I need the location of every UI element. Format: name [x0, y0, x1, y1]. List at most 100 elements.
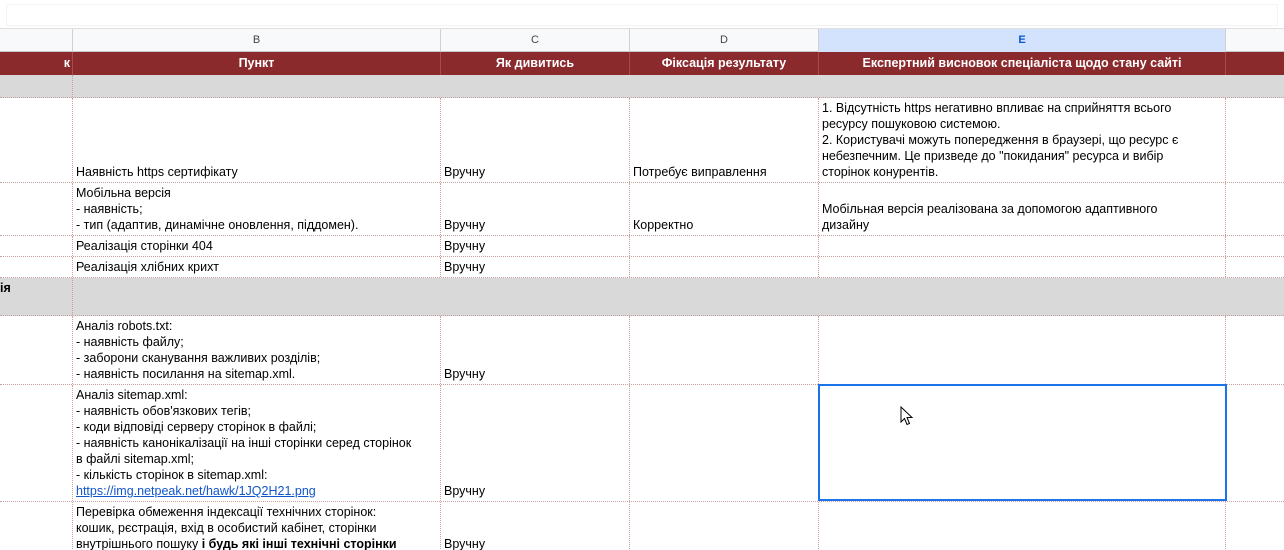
table-row-https[interactable]: Наявність https сертифікату Вручну Потре… [0, 98, 1284, 183]
cell-item[interactable]: Реалізація хлібних крихт [73, 257, 441, 277]
cell-item[interactable]: Перевірка обмеження індексації технічних… [73, 502, 441, 550]
cell-text: Аналіз sitemap.xml: [76, 388, 188, 402]
cell-f[interactable] [1226, 502, 1284, 550]
cell-result[interactable]: Потребує виправлення [630, 98, 819, 182]
cell-result[interactable]: Корректно [630, 183, 819, 235]
formula-input[interactable] [6, 4, 1278, 26]
cell-result[interactable] [630, 316, 819, 384]
cell-text: Реалізація сторінки 404 [76, 239, 213, 253]
cell-a[interactable] [0, 385, 73, 501]
cell-text: - наявність обов'язкових тегів; [76, 404, 252, 418]
table-row-404[interactable]: Реалізація сторінки 404 Вручну [0, 236, 1284, 257]
spreadsheet-grid[interactable]: B C D E к Пункт Як дивитись Фіксація рез… [0, 29, 1284, 550]
cell-text: - кількість сторінок в sitemap.xml: [76, 468, 268, 482]
column-header-b[interactable]: B [73, 29, 441, 52]
cell-a[interactable] [0, 502, 73, 550]
cell-text: дизайну [822, 218, 870, 232]
cell-text: сторінок конурентів. [822, 165, 939, 179]
cell-a[interactable] [0, 183, 73, 235]
cell-a[interactable] [0, 98, 73, 182]
cell-item[interactable]: Аналіз robots.txt: - наявність файлу; - … [73, 316, 441, 384]
cell-text: Мобільна версія [76, 186, 171, 200]
column-header-e[interactable]: E [819, 29, 1226, 52]
cell-text: - наявність файлу; [76, 335, 184, 349]
cell-text: Вручну [444, 165, 486, 179]
cell-how-to-check[interactable]: Вручну [441, 316, 630, 384]
header-cell-f[interactable] [1226, 52, 1284, 75]
cell-a[interactable] [0, 316, 73, 384]
cell-result[interactable] [630, 257, 819, 277]
cell-merged[interactable] [73, 278, 1284, 315]
cell-f[interactable] [1226, 257, 1284, 277]
cell-text: кошик, рєстрація, вхід в особистий кабін… [76, 521, 377, 535]
cell-text: Мобільная версія реалізована за допомого… [822, 202, 1158, 216]
header-cell-result[interactable]: Фіксація результату [630, 52, 819, 75]
cell-text: Вручну [444, 218, 486, 232]
column-header-d[interactable]: D [630, 29, 819, 52]
cell-text: Вручну [444, 239, 486, 253]
cell-text: - тип (адаптив, динамічне оновлення, під… [76, 218, 359, 232]
header-cell-item[interactable]: Пункт [73, 52, 441, 75]
table-row-tech-pages[interactable]: Перевірка обмеження індексації технічних… [0, 502, 1284, 550]
cell-result[interactable] [630, 502, 819, 550]
section-title: ія [0, 281, 11, 295]
cell-expert-conclusion[interactable] [819, 236, 1226, 256]
screenshot-link[interactable]: https://img.netpeak.net/hawk/1JQ2H21.png [76, 484, 316, 498]
cell-how-to-check[interactable]: Вручну [441, 257, 630, 277]
cell-text: Вручну [444, 484, 486, 498]
cell-text: внутрішнього пошуку [76, 537, 202, 550]
cell-a[interactable] [0, 257, 73, 277]
cell-f[interactable] [1226, 183, 1284, 235]
cell-text: Корректно [633, 218, 694, 232]
cell-merged[interactable] [73, 75, 1284, 97]
cell-f[interactable] [1226, 316, 1284, 384]
cell-item[interactable]: Мобільна версія - наявність; - тип (адап… [73, 183, 441, 235]
cell-item[interactable]: Реалізація сторінки 404 [73, 236, 441, 256]
cell-f[interactable] [1226, 385, 1284, 501]
cell-expert-conclusion[interactable] [819, 385, 1226, 501]
table-row-mobile[interactable]: Мобільна версія - наявність; - тип (адап… [0, 183, 1284, 236]
cell-how-to-check[interactable]: Вручну [441, 183, 630, 235]
cell-text: Вручну [444, 260, 486, 274]
cell-item[interactable]: Аналіз sitemap.xml: - наявність обов'язк… [73, 385, 441, 501]
table-row-robots[interactable]: Аналіз robots.txt: - наявність файлу; - … [0, 316, 1284, 385]
cell-text: 2. Користувачі можуть попередження в бра… [822, 133, 1179, 147]
column-header-f[interactable] [1226, 29, 1284, 52]
cell-expert-conclusion[interactable] [819, 316, 1226, 384]
cell-expert-conclusion[interactable]: Мобільная версія реалізована за допомого… [819, 183, 1226, 235]
cell-text: Вручну [444, 537, 486, 550]
cell-how-to-check[interactable]: Вручну [441, 385, 630, 501]
cell-text: - заборони сканування важливих розділів; [76, 351, 321, 365]
column-header-c[interactable]: C [441, 29, 630, 52]
table-row-sitemap[interactable]: Аналіз sitemap.xml: - наявність обов'язк… [0, 385, 1284, 502]
mouse-cursor-icon [900, 406, 914, 426]
header-cell-expert-conclusion[interactable]: Експертний висновок спеціаліста щодо ста… [819, 52, 1226, 75]
cell-text: Аналіз robots.txt: [76, 319, 173, 333]
table-row-breadcrumbs[interactable]: Реалізація хлібних крихт Вручну [0, 257, 1284, 278]
cell-how-to-check[interactable]: Вручну [441, 98, 630, 182]
section-row[interactable] [0, 75, 1284, 98]
section-row[interactable]: ія [0, 278, 1284, 316]
cell-a[interactable]: ія [0, 278, 73, 315]
cell-how-to-check[interactable]: Вручну [441, 236, 630, 256]
cell-text: Реалізація хлібних крихт [76, 260, 219, 274]
column-header-a[interactable] [0, 29, 73, 52]
cell-text: Потребує виправлення [633, 165, 767, 179]
cell-f[interactable] [1226, 98, 1284, 182]
cell-text: в файлі sitemap.xml; [76, 452, 195, 466]
cell-expert-conclusion[interactable] [819, 257, 1226, 277]
cell-item[interactable]: Наявність https сертифікату [73, 98, 441, 182]
cell-text: 1. Відсутність https негативно впливає н… [822, 101, 1172, 115]
header-cell-how-to-check[interactable]: Як дивитись [441, 52, 630, 75]
cell-f[interactable] [1226, 236, 1284, 256]
cell-result[interactable] [630, 385, 819, 501]
column-header-bar: B C D E [0, 29, 1284, 52]
cell-a[interactable] [0, 236, 73, 256]
header-cell-a[interactable]: к [0, 52, 73, 75]
cell-how-to-check[interactable]: Вручну [441, 502, 630, 550]
cell-text: - наявність канонікалізації на інші стор… [76, 436, 412, 450]
cell-expert-conclusion[interactable]: 1. Відсутність https негативно впливає н… [819, 98, 1226, 182]
cell-result[interactable] [630, 236, 819, 256]
cell-expert-conclusion[interactable] [819, 502, 1226, 550]
cell-a[interactable] [0, 75, 73, 97]
